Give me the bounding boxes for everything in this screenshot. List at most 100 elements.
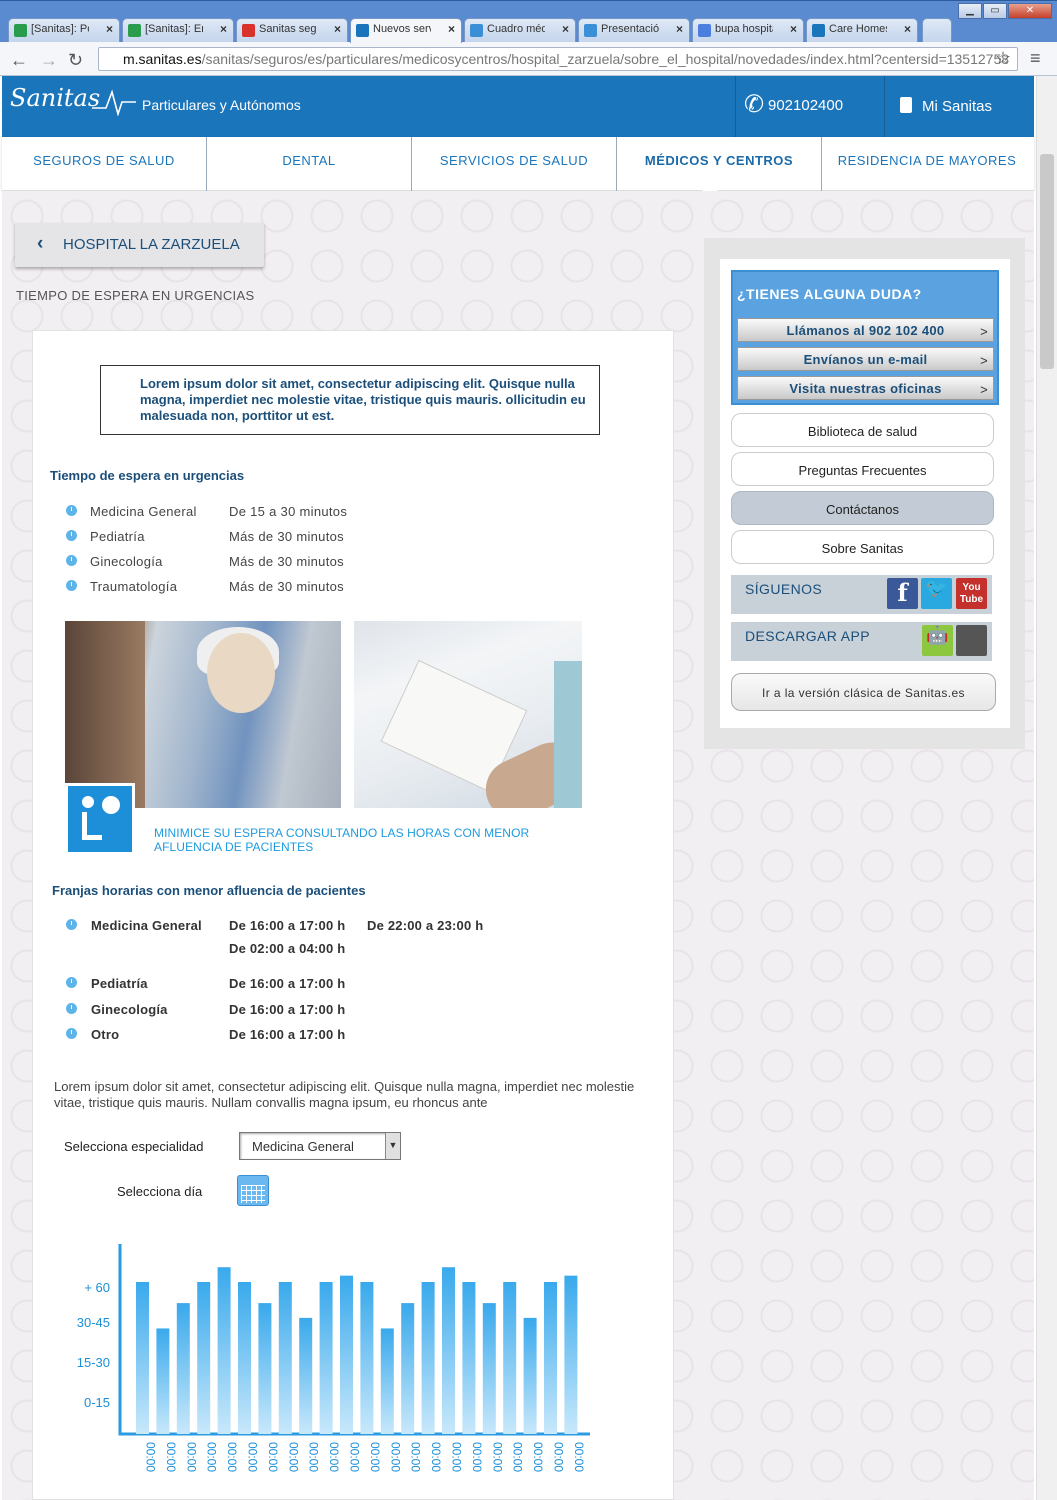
tab-title: Presentación [601,23,659,35]
back-arrow-icon[interactable]: ← [10,50,28,71]
browser-tab[interactable]: Presentación × [578,18,690,43]
close-tab-icon[interactable]: × [676,22,683,36]
biblioteca-link[interactable]: Biblioteca de salud [731,413,994,447]
nav-residencia[interactable]: RESIDENCIA DE MAYORES [822,137,1032,191]
x-tick-label: 00:00 [184,1442,198,1472]
classic-version-button[interactable]: Ir a la versión clásica de Sanitas.es [731,673,996,711]
apple-icon[interactable] [956,625,987,656]
row-value: De 16:00 a 17:00 h [229,918,346,933]
row-value: De 16:00 a 17:00 h [229,976,346,991]
call-button[interactable]: Llámanos al 902 102 400 > [737,318,994,342]
x-tick-label: 00:00 [470,1442,484,1472]
site-header: Sanitas Particulares y Autónomos ✆ 90210… [2,76,1034,137]
scrollbar-thumb[interactable] [1040,154,1054,369]
x-tick-label: 00:00 [490,1442,504,1472]
heartbeat-icon [92,89,136,116]
chart-bar [176,1303,190,1434]
row-value: Más de 30 minutos [229,579,344,594]
dropdown-arrow-icon: ▼ [385,1133,400,1159]
menu-icon[interactable]: ≡ [1030,48,1041,69]
nav-seguros[interactable]: SEGUROS DE SALUD [2,137,207,191]
description-text: Lorem ipsum dolor sit amet, consectetur … [54,1079,635,1110]
url-domain: m.sanitas.es [123,51,202,67]
close-tab-icon[interactable]: × [106,22,113,36]
bookmark-star-icon[interactable]: ☆ [995,48,1011,69]
android-icon[interactable]: 🤖 [922,625,953,656]
chart-bar [544,1282,557,1434]
about-link[interactable]: Sobre Sanitas [731,530,994,564]
nav-medicos[interactable]: MÉDICOS Y CENTROS [617,137,822,191]
contact-link[interactable]: Contáctanos [731,491,994,525]
maximize-button[interactable]: ▭ [983,3,1007,19]
calendar-icon[interactable] [237,1175,269,1206]
x-tick-label: 00:00 [572,1442,586,1472]
clock-icon [66,530,77,541]
facebook-icon[interactable]: f [887,578,918,609]
twitter-icon[interactable]: 🐦 [921,578,952,609]
minimize-button[interactable]: ▁ [958,3,982,19]
phone-number: 902102400 [768,97,844,114]
nav-dental[interactable]: DENTAL [207,137,412,191]
chart-bar [503,1282,517,1434]
close-tab-icon[interactable]: × [220,22,227,36]
close-tab-icon[interactable]: × [334,22,341,36]
x-tick-label: 00:00 [429,1442,443,1472]
row-value: De 16:00 a 17:00 h [229,1002,346,1017]
wait-heading: Tiempo de espera en urgencias [50,468,245,483]
phone-icon: ✆ [744,91,765,118]
offices-button[interactable]: Visita nuestras oficinas > [737,376,994,400]
address-bar: ← → ↻ m.sanitas.es/sanitas/seguros/es/pa… [0,42,1057,76]
clock-icon [66,1028,77,1039]
browser-tab[interactable]: [Sanitas]: En × [122,18,234,43]
close-tab-icon[interactable]: × [790,22,797,36]
url-path: /sanitas/seguros/es/particulares/medicos… [201,51,1010,67]
email-button[interactable]: Envíanos un e-mail > [737,347,994,371]
close-tab-icon[interactable]: × [448,22,455,36]
y-tick-label: 30-45 [77,1315,110,1330]
nav-servicios[interactable]: SERVICIOS DE SALUD [412,137,617,191]
row-value: De 15 a 30 minutos [229,504,348,519]
google-icon [698,24,711,37]
clipboard-photo [354,621,582,808]
x-tick-label: 00:00 [327,1442,341,1472]
tab-title: bupa hospita [715,23,773,35]
sanitas-logo[interactable]: Sanitas [10,84,136,116]
specialty-select[interactable]: Medicina General ▼ [239,1132,401,1160]
intro-box: Lorem ipsum dolor sit amet, consectetur … [100,365,600,435]
reload-icon[interactable]: ↻ [68,50,83,71]
close-tab-icon[interactable]: × [562,22,569,36]
tab-title: Nuevos serv [373,23,431,35]
browser-tab[interactable]: [Sanitas]: Po × [8,18,120,43]
forward-arrow-icon[interactable]: → [40,50,58,71]
browser-tab[interactable]: Care Homes × [806,18,918,43]
x-tick-label: 00:00 [266,1442,280,1472]
youtube-icon[interactable]: You Tube [956,578,987,609]
waiting-room-icon [65,783,135,855]
browser-tab[interactable]: Sanitas segu × [236,18,348,43]
chart-bar [380,1328,394,1434]
specialty-label: Selecciona especialidad [64,1139,204,1154]
y-tick-label: 0-15 [84,1395,110,1410]
chart-bar [462,1282,476,1434]
x-tick-label: 00:00 [552,1442,566,1472]
x-tick-label: 00:00 [531,1442,545,1472]
browser-tab[interactable]: Nuevos serv × [350,18,462,43]
row-value: Más de 30 minutos [229,554,344,569]
back-button[interactable]: ‹ HOSPITAL LA ZARZUELA [15,223,264,267]
x-tick-label: 00:00 [307,1442,321,1472]
mi-sanitas-link[interactable]: Mi Sanitas [900,97,992,115]
scrollbar[interactable] [1036,76,1057,1500]
phone-link[interactable]: ✆ 902102400 [735,76,885,137]
clock-icon [66,977,77,988]
faq-link[interactable]: Preguntas Frecuentes [731,452,994,486]
sanitas-icon [356,24,369,37]
url-input[interactable]: m.sanitas.es/sanitas/seguros/es/particul… [98,47,1018,71]
chart-bar [217,1267,231,1434]
new-tab-button[interactable] [922,18,952,43]
browser-tab[interactable]: bupa hospita × [692,18,804,43]
browser-tab[interactable]: Cuadro médi × [464,18,576,43]
close-window-button[interactable]: ✕ [1008,3,1052,19]
browser-tab-bar: [Sanitas]: Po × [Sanitas]: En × Sanitas segu… [0,0,1057,43]
doc-icon [584,24,597,37]
close-tab-icon[interactable]: × [904,22,911,36]
